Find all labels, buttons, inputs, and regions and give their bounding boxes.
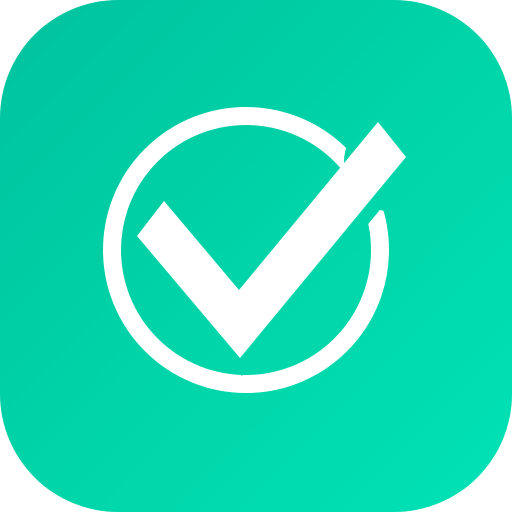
check-circle-icon xyxy=(103,107,406,393)
app-icon-background[interactable] xyxy=(0,0,512,512)
